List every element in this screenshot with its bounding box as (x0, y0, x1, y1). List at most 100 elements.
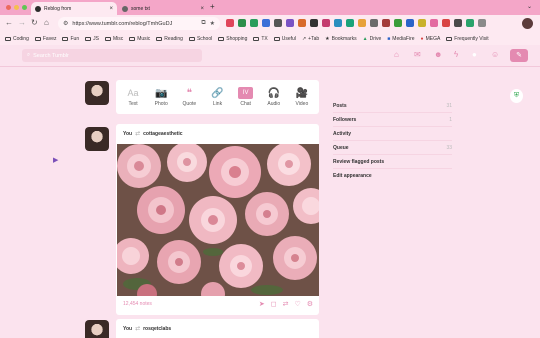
bookmark-link[interactable]: ★ Bookmarks (325, 36, 357, 42)
bookmark-folder[interactable]: Shopping (218, 36, 247, 42)
bookmark-folder[interactable]: Reading (156, 36, 183, 42)
bookmark-folder[interactable]: Music (129, 36, 150, 42)
site-info-icon[interactable]: ⚙ (63, 20, 68, 27)
extension-icon[interactable] (226, 19, 234, 27)
post-type-link[interactable]: 🔗 Link (210, 87, 225, 108)
extension-icon[interactable] (286, 19, 294, 27)
bookmark-folder[interactable]: Useful (273, 36, 296, 42)
bookmark-folder[interactable]: Coding (5, 36, 29, 42)
bookmark-folder[interactable]: School (188, 36, 212, 42)
bookmark-link[interactable]: ▲ Drive (363, 36, 382, 42)
profile-avatar[interactable] (522, 18, 533, 29)
home-icon[interactable]: ⌂ (44, 18, 49, 27)
post-type-photo[interactable]: 📷 Photo (154, 87, 169, 108)
activity-bolt-icon[interactable]: ϟ (454, 50, 458, 59)
mail-icon[interactable]: ✉ (414, 50, 421, 59)
explore-icon[interactable]: ☻ (434, 50, 442, 59)
reload-icon[interactable]: ↻ (31, 18, 38, 27)
shield-badge[interactable]: ⛨ (510, 89, 523, 103)
extension-icon[interactable] (394, 19, 402, 27)
sidebar-item-queue[interactable]: Queue 33 (333, 141, 452, 155)
post-type-label: Quote (182, 101, 197, 107)
source-blog-link[interactable]: rosqetclabs (143, 326, 171, 332)
extension-icon[interactable] (274, 19, 282, 27)
extension-icon[interactable] (430, 19, 438, 27)
share-icon[interactable]: ➤ (259, 300, 265, 308)
bookmark-folder[interactable]: Frequently Visit (446, 35, 489, 42)
post-author[interactable]: You (123, 326, 132, 332)
post-type-quote[interactable]: ❝ Quote (182, 87, 197, 108)
extension-icon[interactable] (334, 19, 342, 27)
sidebar-item-followers[interactable]: Followers 1 (333, 113, 452, 127)
close-tab-icon[interactable]: × (200, 6, 204, 12)
extension-icon[interactable] (298, 19, 306, 27)
settings-gear-icon[interactable]: ⚙ (307, 300, 313, 308)
extension-icon[interactable] (346, 19, 354, 27)
extension-icon[interactable] (238, 19, 246, 27)
sidebar-item-review-flagged[interactable]: Review flagged posts (333, 155, 452, 169)
address-bar[interactable]: ⚙ https://www.tumblr.com/reblog/TmhGuDJ … (58, 17, 220, 30)
bookmark-folder[interactable]: Fun (62, 36, 79, 42)
extension-icon[interactable] (370, 19, 378, 27)
bookmark-link[interactable]: ● MEGA (421, 36, 441, 42)
bookmark-folder[interactable]: TX (253, 36, 268, 42)
bookmark-folder[interactable]: Favez (34, 36, 56, 42)
extension-icon[interactable] (322, 19, 330, 27)
reblog-icon[interactable]: ⇄ (283, 300, 289, 308)
browser-tab-reblog[interactable]: Reblog from × (31, 2, 117, 15)
back-arrow-icon[interactable]: ← (5, 18, 13, 27)
folder-icon (104, 36, 111, 41)
post-author[interactable]: You (123, 131, 132, 137)
account-icon[interactable]: ☺ (491, 50, 499, 59)
bookmark-star-icon[interactable]: ★ (210, 20, 215, 27)
extension-icon[interactable] (466, 19, 474, 27)
forward-arrow-icon[interactable]: → (18, 18, 26, 27)
sidebar-item-count: 31 (446, 102, 452, 109)
messages-icon[interactable]: ● (472, 50, 477, 59)
heart-icon[interactable]: ♡ (294, 300, 300, 308)
extension-icon[interactable] (406, 19, 414, 27)
bookmark-folder[interactable]: JS (85, 36, 99, 42)
post-photo[interactable] (117, 144, 319, 296)
minimize-window-button[interactable] (14, 5, 19, 10)
search-input[interactable]: ⌕ Search Tumblr (22, 49, 202, 62)
extension-icon[interactable] (310, 19, 318, 27)
extension-icon[interactable] (250, 19, 258, 27)
extension-icon[interactable] (418, 19, 426, 27)
tab-search-chevron-icon[interactable]: ⌄ (527, 3, 532, 10)
compose-pencil-icon[interactable]: ✎ (510, 49, 528, 62)
avatar[interactable] (85, 81, 109, 105)
close-window-button[interactable] (6, 5, 11, 10)
extension-icon[interactable] (442, 19, 450, 27)
post-type-audio[interactable]: 🎧 Audio (266, 87, 281, 108)
post-notes-count[interactable]: 12,454 notes (123, 301, 259, 307)
avatar[interactable] (85, 127, 109, 151)
post-type-video[interactable]: 🎥 Video (294, 87, 309, 108)
extension-icon[interactable] (358, 19, 366, 27)
bookmark-label: Frequently Visit (454, 35, 489, 42)
extension-icon[interactable] (478, 19, 486, 27)
close-tab-icon[interactable]: × (109, 6, 113, 12)
reblog-icon: ⇄ (135, 326, 141, 332)
comment-icon[interactable]: ◻ (271, 300, 277, 308)
sidebar-item-activity[interactable]: Activity (333, 127, 452, 141)
avatar[interactable] (85, 320, 109, 338)
sidebar-item-posts[interactable]: Posts 31 (333, 99, 452, 113)
new-tab-plus-icon[interactable]: + (210, 2, 215, 11)
open-external-icon[interactable]: ⧉ (201, 20, 205, 27)
extension-icon[interactable] (454, 19, 462, 27)
source-blog-link[interactable]: cottageaesthetic (143, 131, 182, 137)
link-icon: 🔗 (211, 87, 224, 99)
browser-tab-second[interactable]: some txt × (118, 2, 208, 15)
bookmark-folder[interactable]: Misc (104, 36, 123, 42)
extension-icon[interactable] (382, 19, 390, 27)
sidebar-item-edit-appearance[interactable]: Edit appearance (333, 169, 452, 183)
post-type-chat[interactable]: IV Chat (238, 87, 254, 107)
bookmark-link[interactable]: ↗ +Tab (302, 36, 319, 42)
maximize-window-button[interactable] (22, 5, 27, 10)
home-icon[interactable]: ⌂ (394, 50, 399, 59)
extension-icon[interactable] (262, 19, 270, 27)
bookmark-link[interactable]: ■ MediaFire (387, 36, 414, 42)
post-type-text[interactable]: Aa Text (126, 87, 141, 107)
address-url[interactable]: https://www.tumblr.com/reblog/TmhGuDJ (72, 21, 197, 27)
